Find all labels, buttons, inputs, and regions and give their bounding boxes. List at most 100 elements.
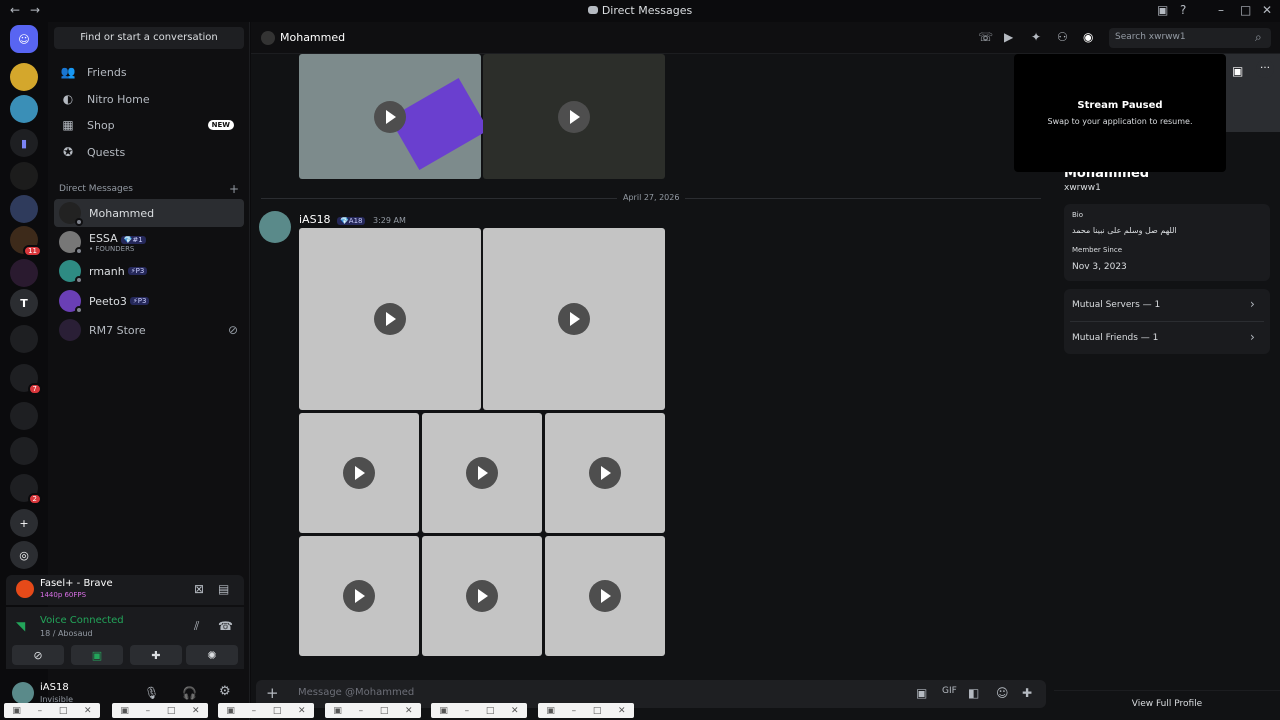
- video-attachment[interactable]: [545, 536, 665, 656]
- server-folder-icon[interactable]: ▮: [10, 129, 38, 157]
- chat-title[interactable]: Mohammed: [280, 31, 345, 44]
- gift-icon[interactable]: ▣: [1232, 64, 1243, 78]
- more-options-icon[interactable]: …: [1256, 60, 1274, 78]
- server-folder-icon[interactable]: 2: [10, 474, 42, 505]
- discover-icon[interactable]: ◎: [10, 541, 38, 569]
- play-icon[interactable]: [466, 580, 498, 612]
- server-icon[interactable]: T: [10, 289, 38, 317]
- taskbar-window[interactable]: ▣ – □ ✕: [431, 703, 527, 718]
- screen-share-button[interactable]: ▣: [71, 645, 123, 665]
- play-icon[interactable]: [558, 100, 590, 133]
- video-attachment[interactable]: [299, 54, 489, 179]
- mutuals-card: Mutual Servers — 1 › Mutual Friends — 1 …: [1064, 289, 1270, 354]
- search-input[interactable]: Search xwrww1 ⌕: [1109, 28, 1271, 48]
- minimize-icon[interactable]: –: [1218, 3, 1224, 17]
- maximize-icon[interactable]: □: [1240, 3, 1251, 17]
- nav-shop[interactable]: ▦ Shop NEW: [54, 113, 244, 137]
- attach-plus-icon[interactable]: +: [266, 684, 279, 702]
- play-icon[interactable]: [343, 580, 375, 612]
- camera-button[interactable]: ⊘: [12, 645, 64, 665]
- play-icon[interactable]: [558, 303, 590, 335]
- message-author[interactable]: iAS18: [299, 213, 331, 226]
- inbox-icon[interactable]: ▣: [1157, 3, 1168, 17]
- emoji-icon[interactable]: ☺: [996, 686, 1009, 700]
- video-call-icon[interactable]: ▶: [1004, 30, 1013, 44]
- close-icon: ✕: [298, 705, 306, 716]
- avatar: [59, 231, 83, 255]
- signal-icon[interactable]: ◥: [16, 619, 25, 633]
- server-icon[interactable]: [10, 63, 38, 91]
- server-folder-icon[interactable]: [10, 437, 38, 465]
- add-server-icon[interactable]: +: [10, 509, 38, 537]
- apps-icon[interactable]: ✚: [1022, 686, 1032, 700]
- dm-item-peeto3[interactable]: Peeto3 ⚡P3: [54, 287, 244, 315]
- activities-icon: ✚: [151, 648, 161, 662]
- play-icon[interactable]: [374, 303, 406, 335]
- server-icon[interactable]: 11: [10, 226, 42, 257]
- activities-button[interactable]: ✚: [130, 645, 182, 665]
- server-icon[interactable]: [10, 195, 38, 223]
- status-icon: [75, 306, 83, 314]
- user-profile-icon[interactable]: ◉: [1083, 30, 1093, 44]
- voice-call-icon[interactable]: ☏: [978, 30, 993, 44]
- mutual-servers-row[interactable]: Mutual Servers — 1 ›: [1064, 289, 1270, 321]
- video-attachment[interactable]: [299, 228, 481, 410]
- avatar[interactable]: [12, 682, 34, 704]
- home-button[interactable]: ☺: [10, 25, 38, 53]
- nav-quests[interactable]: ✪ Quests: [54, 140, 244, 164]
- find-conversation-button[interactable]: Find or start a conversation: [54, 27, 244, 49]
- dm-item-mohammed[interactable]: Mohammed: [54, 199, 244, 227]
- gift-icon[interactable]: ▣: [916, 686, 927, 700]
- avatar[interactable]: [259, 211, 291, 243]
- play-icon[interactable]: [589, 457, 621, 489]
- server-icon[interactable]: [10, 95, 38, 123]
- stream-settings-icon[interactable]: ▤: [218, 582, 229, 596]
- play-icon[interactable]: [343, 457, 375, 489]
- voice-status: Voice Connected: [40, 615, 124, 626]
- video-attachment[interactable]: [483, 54, 665, 179]
- close-icon[interactable]: ✕: [1262, 3, 1272, 17]
- video-attachment[interactable]: [545, 413, 665, 533]
- taskbar-window[interactable]: ▣ – □ ✕: [112, 703, 208, 718]
- help-icon[interactable]: ?: [1180, 3, 1186, 17]
- dm-item-rm7-store[interactable]: RM7 Store ⊘: [54, 316, 244, 344]
- pin-icon[interactable]: ✦: [1031, 30, 1041, 44]
- video-attachment[interactable]: [422, 413, 542, 533]
- video-attachment[interactable]: [299, 413, 419, 533]
- server-folder-icon[interactable]: [10, 325, 38, 353]
- taskbar-window[interactable]: ▣ – □ ✕: [4, 703, 100, 718]
- dm-item-rmanh[interactable]: rmanh ⚡P3: [54, 257, 244, 285]
- server-icon[interactable]: [10, 259, 38, 287]
- view-full-profile-link[interactable]: View Full Profile: [1054, 699, 1280, 709]
- nav-nitro-home[interactable]: ◐ Nitro Home: [54, 87, 244, 111]
- microphone-icon[interactable]: 🎙: [144, 686, 159, 700]
- blocked-icon[interactable]: ⊘: [228, 323, 238, 337]
- video-attachment[interactable]: [422, 536, 542, 656]
- taskbar-window[interactable]: ▣ – □ ✕: [325, 703, 421, 718]
- play-icon[interactable]: [589, 580, 621, 612]
- add-friends-icon[interactable]: ⚇: [1057, 30, 1068, 44]
- soundboard-button[interactable]: ✺: [186, 645, 238, 665]
- mutual-friends-row[interactable]: Mutual Friends — 1 ›: [1064, 322, 1270, 354]
- video-attachment[interactable]: [299, 536, 419, 656]
- sticker-icon[interactable]: ◧: [968, 686, 979, 700]
- create-dm-icon[interactable]: +: [229, 182, 239, 196]
- video-attachment[interactable]: [483, 228, 665, 410]
- server-icon[interactable]: [10, 162, 38, 190]
- play-icon[interactable]: [374, 100, 406, 133]
- nav-friends[interactable]: 👥 Friends: [54, 60, 244, 84]
- noise-suppression-icon[interactable]: ⫽: [194, 619, 199, 634]
- gif-icon[interactable]: GIF: [942, 686, 957, 696]
- disconnect-icon[interactable]: ☎: [218, 619, 233, 633]
- server-folder-icon[interactable]: 7: [10, 364, 42, 395]
- taskbar-window[interactable]: ▣ – □ ✕: [538, 703, 634, 718]
- dm-item-essa[interactable]: ESSA 💎#1 • FOUNDERS: [54, 228, 244, 256]
- message-header: iAS18 💎A18 3:29 AM: [299, 213, 406, 226]
- server-folder-icon[interactable]: [10, 402, 38, 430]
- settings-icon[interactable]: ⚙: [219, 684, 231, 699]
- stop-stream-icon[interactable]: ⊠: [194, 582, 204, 596]
- headphones-icon[interactable]: 🎧: [182, 686, 197, 700]
- play-icon[interactable]: [466, 457, 498, 489]
- stream-preview[interactable]: Stream Paused Swap to your application t…: [1014, 54, 1226, 172]
- taskbar-window[interactable]: ▣ – □ ✕: [218, 703, 314, 718]
